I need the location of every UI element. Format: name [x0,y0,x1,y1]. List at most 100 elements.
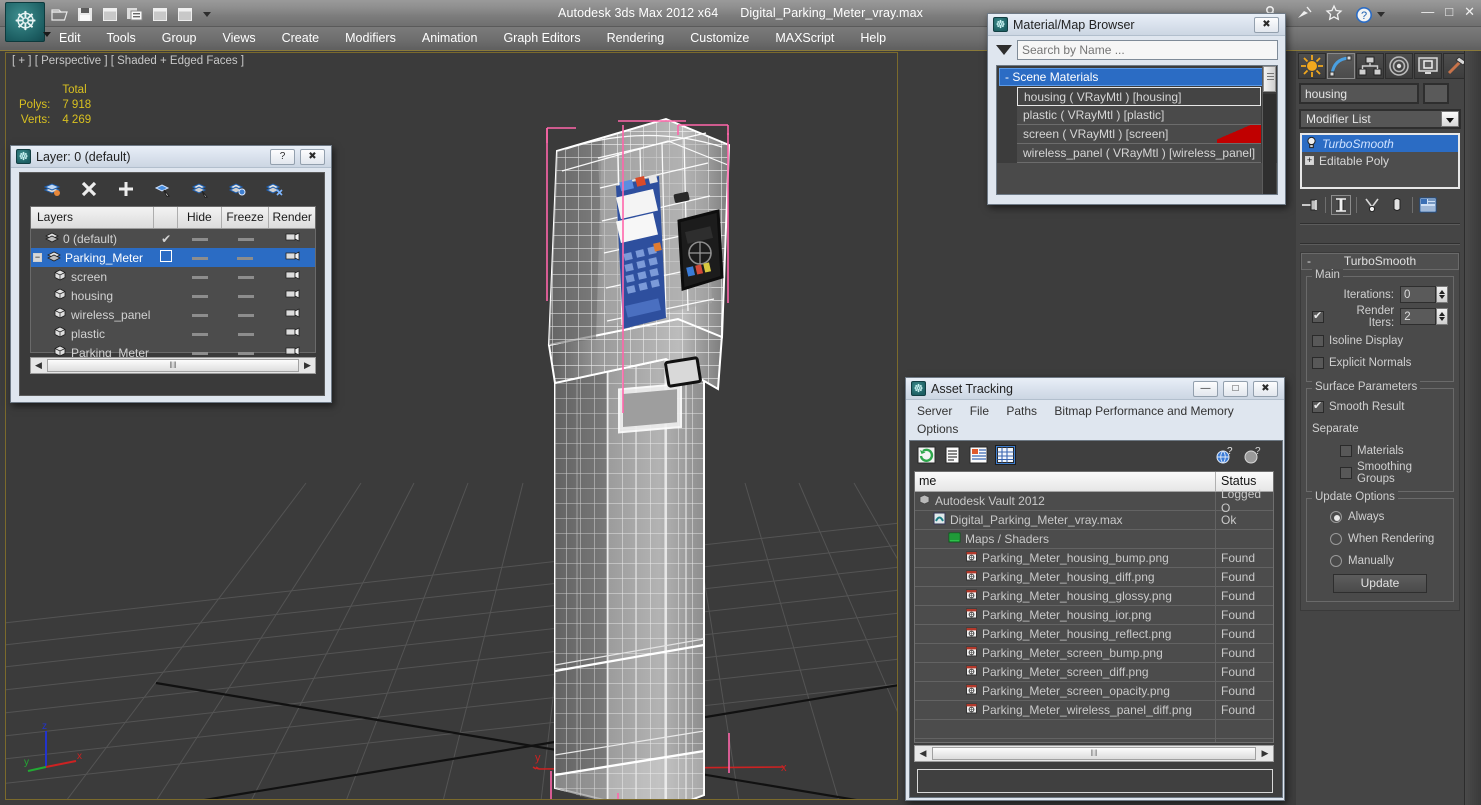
scroll-thumb[interactable]: ‖‖ [47,359,299,372]
asset-close-button[interactable]: ✖ [1253,381,1278,397]
scroll-left-arrow[interactable]: ◀ [31,360,46,371]
asset-row[interactable]: Autodesk Vault 2012 Logged O [915,487,1273,515]
update-manually-radio[interactable] [1330,554,1342,567]
material-list[interactable]: - Scene Materials housing ( VRayMtl ) [h… [996,65,1278,195]
tab-motion[interactable] [1385,53,1413,79]
tab-create[interactable] [1298,53,1326,79]
viewport-label[interactable]: [ + ] [ Perspective ] [ Shaded + Edged F… [12,55,244,67]
update-when-rendering-radio[interactable] [1330,532,1342,545]
make-unique-icon[interactable] [1362,195,1382,215]
menu-options[interactable]: Options [910,420,965,438]
menu-paths[interactable]: Paths [999,402,1044,420]
smooth-result-checkbox[interactable] [1312,399,1324,413]
layer-active-cell[interactable] [154,250,178,265]
select-highlighted-objects-icon[interactable] [190,179,210,199]
asset-row[interactable] [915,738,1273,742]
layer-dialog[interactable]: ☸ Layer: 0 (default) ? ✖ Layers Hide Fre… [10,145,332,403]
menu-graph-editors[interactable]: Graph Editors [490,27,593,50]
scroll-thumb[interactable]: ‖‖ [932,747,1256,760]
table-view-icon[interactable] [995,445,1016,465]
menu-create[interactable]: Create [269,27,333,50]
set-key-icon[interactable] [150,4,171,24]
modifier-turbosmooth[interactable]: TurboSmooth [1302,135,1458,152]
delete-layer-icon[interactable] [79,179,99,199]
menu-edit[interactable]: Edit [46,27,94,50]
asset-row[interactable]: Parking_Meter_screen_bump.png Found [915,643,1273,663]
menu-group[interactable]: Group [149,27,210,50]
asset-row[interactable]: Digital_Parking_Meter_vray.max Ok [915,510,1273,530]
asset-minimize-button[interactable]: — [1193,381,1218,397]
asset-list[interactable]: me Status Autodesk Vault 2012 Logged O Dig… [914,471,1274,743]
detail-view-icon[interactable] [968,445,989,465]
layer-hide-cell[interactable] [178,308,222,322]
layer-render-cell[interactable] [269,326,315,341]
collapse-box-icon[interactable]: − [33,253,42,262]
tab-modify[interactable] [1327,53,1355,79]
separate-materials-checkbox[interactable] [1340,444,1352,457]
asset-row[interactable]: Parking_Meter_housing_glossy.png Found [915,586,1273,606]
scroll-right-arrow[interactable]: ▶ [1257,748,1273,759]
scroll-thumb[interactable] [1263,66,1276,92]
close-button[interactable]: ✕ [1464,4,1475,20]
layer-freeze-cell[interactable] [222,270,270,284]
menu-customize[interactable]: Customize [677,27,762,50]
asset-row[interactable]: Parking_Meter_screen_opacity.png Found [915,681,1273,701]
menu-maxscript[interactable]: MAXScript [762,27,847,50]
material-vertical-scrollbar[interactable] [1262,66,1276,194]
layer-freeze-cell[interactable] [222,308,270,322]
help-icon[interactable]: ? [1243,445,1264,465]
plus-box-icon[interactable]: + [1305,156,1314,165]
asset-row[interactable]: Parking_Meter_housing_bump.png Found [915,548,1273,568]
layer-freeze-cell[interactable] [222,251,270,265]
browser-options-chevron-icon[interactable] [996,45,1012,55]
highlight-selected-objects-icon[interactable] [227,179,247,199]
add-selection-to-layer-icon[interactable] [116,179,136,199]
asset-row[interactable]: Parking_Meter_housing_reflect.png Found [915,624,1273,644]
layer-row[interactable]: plastic [31,324,315,343]
rollout-collapse-icon[interactable]: - [1307,254,1311,269]
layer-render-cell[interactable] [269,288,315,303]
asset-row[interactable]: Maps / Shaders [915,529,1273,549]
asset-row[interactable] [915,719,1273,739]
asset-restore-button[interactable]: □ [1223,381,1248,397]
material-item[interactable]: screen ( VRayMtl ) [screen] [1017,125,1261,144]
application-menu-button[interactable]: ☸ [5,2,51,42]
redo-icon[interactable] [125,4,146,24]
search-input[interactable] [1017,40,1278,60]
rollout-header[interactable]: - TurboSmooth [1301,253,1459,270]
project-folder-icon[interactable] [175,4,196,24]
asset-tracking-dialog[interactable]: ☸ Asset Tracking — □ ✖ Server File Paths… [905,377,1285,801]
menu-views[interactable]: Views [209,27,268,50]
layer-hide-cell[interactable] [178,270,222,284]
explicit-normals-checkbox[interactable] [1312,356,1324,369]
menu-help[interactable]: Help [847,27,899,50]
layer-render-cell[interactable] [269,231,315,246]
minimize-button[interactable]: — [1421,4,1434,20]
refresh-icon[interactable] [916,445,937,465]
remove-modifier-icon[interactable] [1387,195,1407,215]
asset-horizontal-scrollbar[interactable]: ◀ ‖‖ ▶ [914,745,1274,762]
help-button[interactable]: ? [1355,6,1385,24]
menu-tools[interactable]: Tools [94,27,149,50]
hide-unhide-layer-icon[interactable] [264,179,284,199]
update-button[interactable]: Update [1333,574,1427,593]
layer-row[interactable]: wireless_panel [31,305,315,324]
layer-horizontal-scrollbar[interactable]: ◀ ‖‖ ▶ [30,357,316,374]
layer-render-cell[interactable] [269,269,315,284]
render-iters-field[interactable] [1400,308,1437,325]
layer-hide-cell[interactable] [178,232,222,246]
scroll-right-arrow[interactable]: ▶ [300,360,315,371]
layer-hide-cell[interactable] [178,327,222,341]
layer-freeze-cell[interactable] [222,289,270,303]
material-map-browser-dialog[interactable]: ☸ Material/Map Browser ✖ - Scene Materia… [987,13,1286,205]
iterations-spinner[interactable] [1436,286,1448,303]
chevron-down-icon[interactable] [1441,111,1459,127]
tab-display[interactable] [1414,53,1442,79]
layer-render-cell[interactable] [269,307,315,322]
asset-row[interactable]: Parking_Meter_wireless_panel_diff.png Fou… [915,700,1273,720]
material-browser-close-button[interactable]: ✖ [1254,17,1279,33]
scroll-left-arrow[interactable]: ◀ [915,748,931,759]
menu-server[interactable]: Server [910,402,959,420]
scroll-track[interactable] [1263,94,1276,194]
layer-row[interactable]: − Parking_Meter [31,248,315,267]
